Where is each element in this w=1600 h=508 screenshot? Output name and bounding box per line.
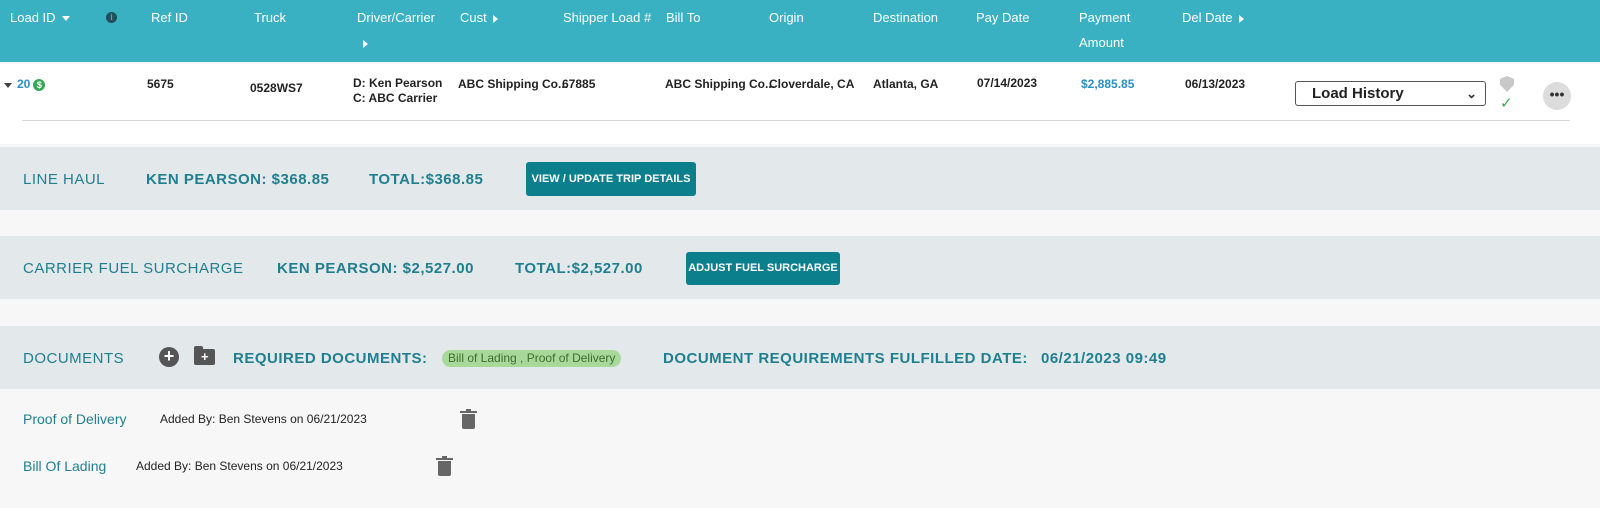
chevron-down-icon: ⌄ [1466,86,1477,101]
col-payment-amount-line2: Amount [1079,35,1124,50]
payment-amount-link[interactable]: $2,885.85 [1081,77,1134,91]
driver-cell: D: Ken Pearson [353,76,443,90]
fuel-title: CARRIER FUEL SURCHARGE [23,260,244,277]
fulfilled-date-value: 06/21/2023 09:49 [1041,350,1167,367]
trash-icon[interactable] [436,456,453,476]
divider [22,120,1570,121]
folder-add-icon[interactable]: + [194,346,215,365]
col-del-date-label: Del Date [1182,10,1233,25]
col-driver-carrier[interactable]: Driver/Carrier [357,10,435,51]
col-load-id[interactable]: Load ID [10,10,70,26]
col-cust-label: Cust [460,10,487,25]
col-pay-date[interactable]: Pay Date [976,10,1029,26]
add-document-icon[interactable]: + [159,347,179,367]
carrier-cell: C: ABC Carrier [353,91,438,105]
load-id-link[interactable]: 20 [17,77,30,91]
line-haul-title: LINE HAUL [23,171,106,188]
destination-cell: Atlanta, GA [873,77,939,91]
info-icon[interactable]: i [106,12,117,23]
col-payment-amount[interactable]: Payment Amount [1079,10,1130,51]
required-documents-label: REQUIRED DOCUMENTS: [233,350,428,367]
load-history-select-value: Load History [1312,85,1404,102]
view-update-trip-button[interactable]: VIEW / UPDATE TRIP DETAILS [526,162,696,196]
load-id-cell[interactable]: 20 $ [17,77,46,91]
expand-right-icon [492,14,498,23]
col-shipper-load[interactable]: Shipper Load # [563,10,651,26]
document-meta: Added By: Ben Stevens on 06/21/2023 [160,412,367,426]
more-options-button[interactable]: ••• [1543,82,1571,110]
cust-cell: ABC Shipping Co... [458,77,568,91]
col-payment-amount-line1: Payment [1079,10,1131,25]
col-del-date[interactable]: Del Date [1182,10,1244,26]
sort-down-icon [61,16,70,22]
load-history-select[interactable]: Load History ⌄ [1295,81,1486,106]
del-date-cell: 06/13/2023 [1185,77,1246,91]
pay-date-cell: 07/14/2023 [977,76,1038,90]
col-driver-carrier-label: Driver/Carrier [357,10,435,25]
col-truck[interactable]: Truck [254,10,286,26]
origin-cell: Cloverdale, CA [769,77,855,91]
line-haul-driver-amount: KEN PEARSON: $368.85 [146,171,330,188]
fuel-total: TOTAL:$2,527.00 [515,260,643,277]
col-origin[interactable]: Origin [769,10,804,26]
adjust-fuel-surcharge-button[interactable]: ADJUST FUEL SURCHARGE [686,252,840,285]
documents-title: DOCUMENTS [23,350,125,367]
col-destination[interactable]: Destination [873,10,938,26]
line-haul-total: TOTAL:$368.85 [369,171,484,188]
trash-icon[interactable] [460,409,477,429]
truck-cell: 0528WS7 [250,81,303,95]
ref-id-cell: 5675 [147,77,174,91]
col-cust[interactable]: Cust [460,10,498,26]
table-header: Load ID i Ref ID Truck Driver/Carrier Cu… [0,0,1600,62]
shipper-load-cell: 67885 [562,77,596,91]
fuel-driver-amount: KEN PEARSON: $2,527.00 [277,260,474,277]
document-link[interactable]: Proof of Delivery [23,411,126,427]
row-expand-icon[interactable] [4,83,12,88]
folder-add-plus: + [201,349,209,364]
document-meta: Added By: Ben Stevens on 06/21/2023 [136,459,343,473]
expand-right-icon[interactable] [363,39,368,48]
document-link[interactable]: Bill Of Lading [23,458,106,474]
check-icon: ✓ [1500,95,1513,112]
fulfilled-date-label: DOCUMENT REQUIREMENTS FULFILLED DATE: [663,350,1028,367]
bill-to-cell: ABC Shipping Co... [665,77,775,91]
dollar-icon: $ [33,78,46,91]
expand-right-icon [1238,14,1244,23]
col-load-id-label: Load ID [10,10,56,25]
col-bill-to[interactable]: Bill To [666,10,700,26]
required-documents-badge: Bill of Lading , Proof of Delivery [442,350,622,367]
col-ref-id[interactable]: Ref ID [151,10,188,26]
